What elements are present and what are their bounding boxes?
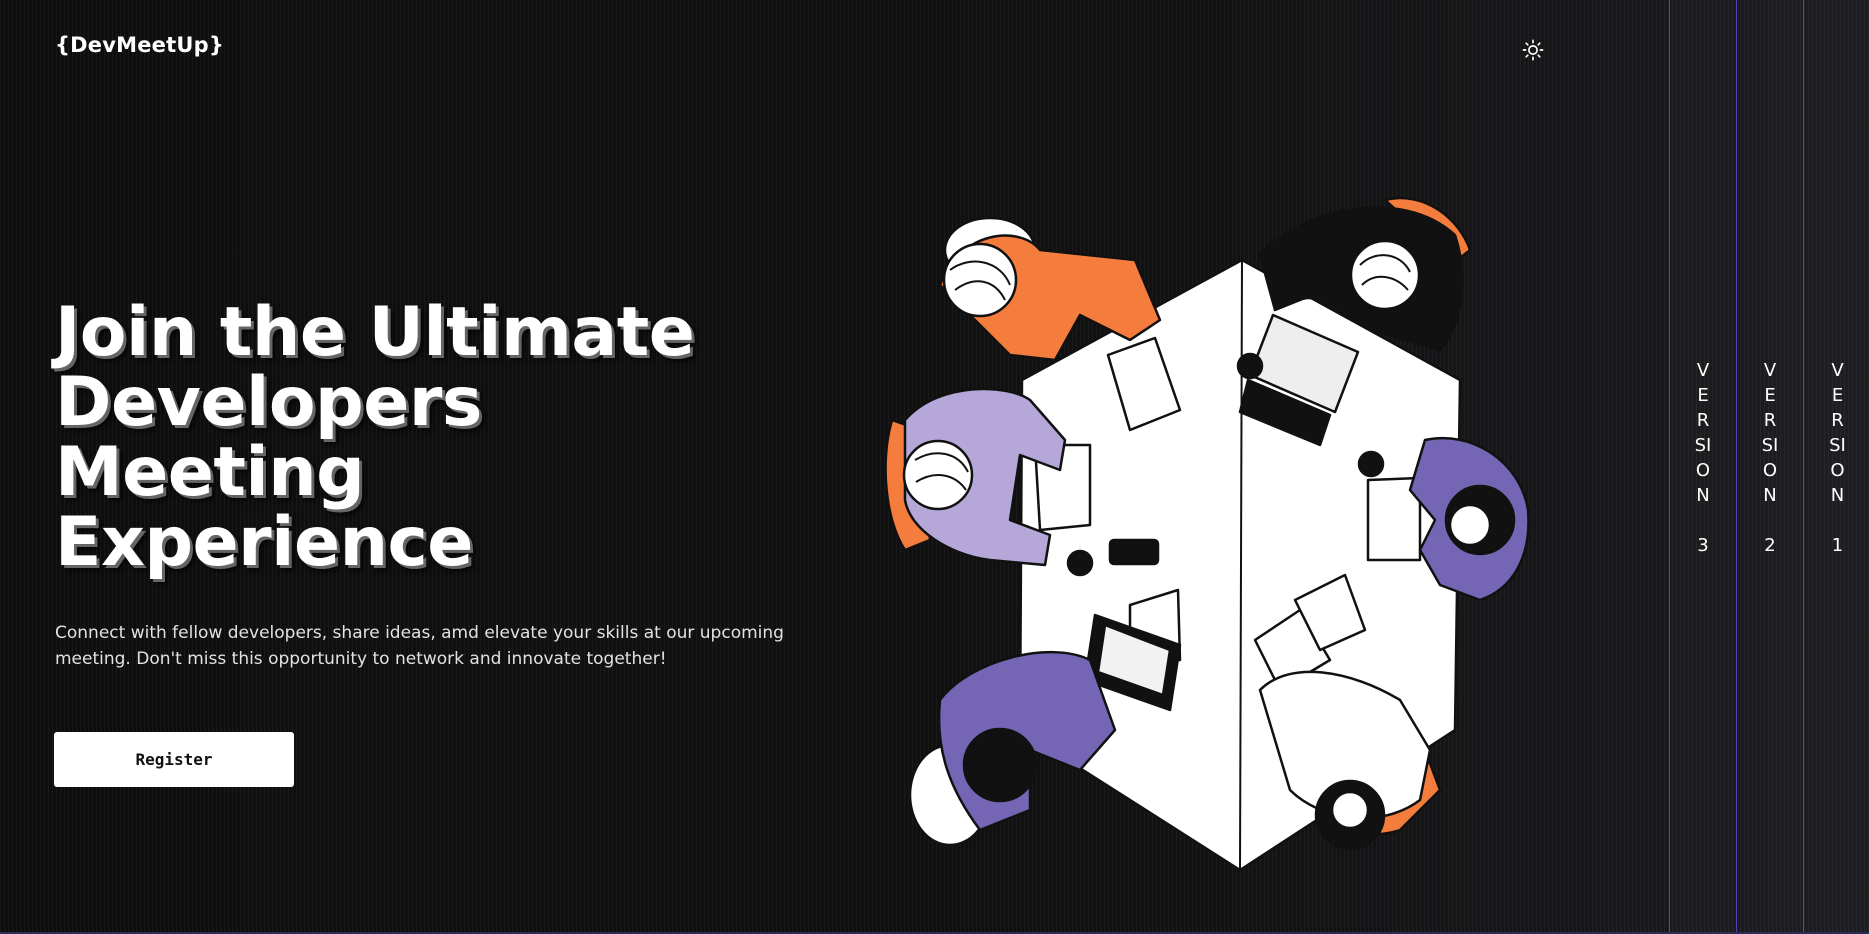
version-2-label: VERSION 2 bbox=[1761, 360, 1779, 556]
register-button[interactable]: Register bbox=[54, 732, 294, 787]
version-3-label: VERSION 3 bbox=[1694, 360, 1712, 556]
version-1-label: VERSION 1 bbox=[1829, 360, 1846, 556]
hero-section: Join the Ultimate Developers Meeting Exp… bbox=[55, 298, 855, 672]
version-1-tab[interactable]: VERSION 1 bbox=[1803, 0, 1869, 934]
hero-title: Join the Ultimate Developers Meeting Exp… bbox=[55, 293, 695, 582]
version-3-tab[interactable]: VERSION 3 bbox=[1669, 0, 1736, 934]
hero-description: Connect with fellow developers, share id… bbox=[55, 623, 784, 669]
logo[interactable]: {DevMeetUp} bbox=[55, 33, 224, 57]
landing-page: {DevMeetUp} Join the Ultimate Developers… bbox=[0, 0, 1869, 934]
version-selector: VERSION 3 VERSION 2 VERSION 1 bbox=[1669, 0, 1869, 934]
theme-toggle-button[interactable] bbox=[1521, 38, 1545, 62]
version-2-tab[interactable]: VERSION 2 bbox=[1736, 0, 1803, 934]
sun-icon bbox=[1522, 39, 1544, 61]
developers-meeting-illustration bbox=[880, 190, 1580, 894]
